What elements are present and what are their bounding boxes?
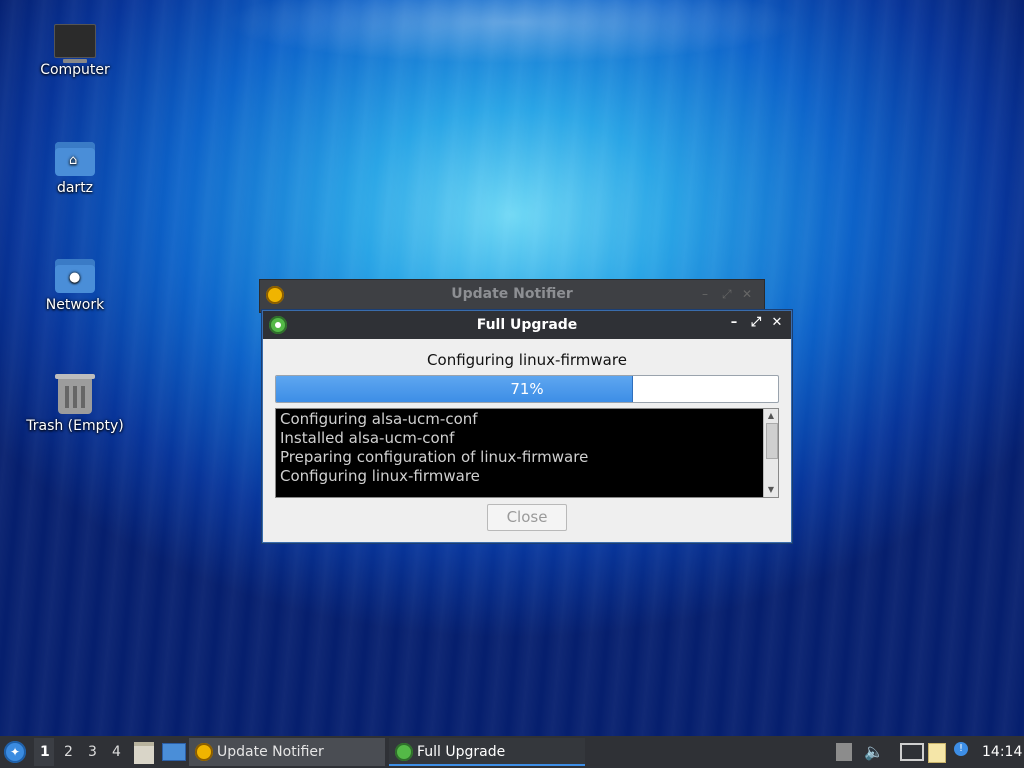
minimize-button[interactable]: – <box>702 287 708 301</box>
scroll-up-icon[interactable]: ▲ <box>766 411 776 421</box>
window-title: Update Notifier <box>451 286 573 302</box>
desktop-icon-network[interactable]: ● Network <box>20 259 130 313</box>
dialog-title: Full Upgrade <box>476 317 578 333</box>
workspace-3[interactable]: 3 <box>88 744 97 760</box>
gear-icon <box>395 743 413 761</box>
progress-text: 71% <box>510 380 544 398</box>
log-line: Preparing configuration of linux-firmwar… <box>280 448 589 466</box>
task-label: Update Notifier <box>217 744 324 760</box>
progress-bar: 71% <box>275 375 779 403</box>
task-label: Full Upgrade <box>417 744 506 760</box>
dialog-titlebar[interactable]: Full Upgrade – ⤢ ✕ <box>263 311 791 339</box>
tray-expand-icon[interactable] <box>836 743 852 761</box>
close-window-button[interactable]: ✕ <box>742 287 752 301</box>
network-folder-icon: ● <box>55 259 95 293</box>
scroll-down-icon[interactable]: ▼ <box>766 485 776 495</box>
desktop-icon-label: Trash (Empty) <box>26 418 124 434</box>
workspace-2[interactable]: 2 <box>64 744 73 760</box>
clipboard-icon[interactable] <box>928 743 946 763</box>
workspace-1[interactable]: 1 <box>40 744 50 760</box>
network-icon[interactable] <box>900 743 924 761</box>
update-notification-icon[interactable]: ! <box>954 742 968 756</box>
scroll-thumb[interactable] <box>766 423 778 459</box>
log-line: Configuring alsa-ucm-conf <box>280 410 478 428</box>
task-update-notifier[interactable]: Update Notifier <box>189 738 385 766</box>
computer-icon <box>54 24 96 63</box>
update-notifier-icon <box>195 743 213 761</box>
minimize-button[interactable]: – <box>725 315 743 330</box>
log-lines: Configuring alsa-ucm-conf Installed alsa… <box>280 410 762 486</box>
show-desktop-icon[interactable] <box>162 743 186 761</box>
task-full-upgrade[interactable]: Full Upgrade <box>389 738 585 766</box>
maximize-button[interactable]: ⤢ <box>722 287 732 302</box>
update-notifier-window[interactable]: Update Notifier – ⤢ ✕ <box>259 279 765 313</box>
desktop-icon-label: dartz <box>56 180 94 196</box>
log-output[interactable]: Configuring alsa-ucm-conf Installed alsa… <box>275 408 779 498</box>
close-button[interactable]: Close <box>487 504 567 531</box>
close-window-button[interactable]: ✕ <box>768 315 786 330</box>
taskbar: ✦ 1 2 3 4 Update Notifier Full Upgrade 🔈… <box>0 736 1024 768</box>
desktop-icon-computer[interactable]: Computer <box>20 24 130 78</box>
trash-icon <box>55 374 95 414</box>
workspace-4[interactable]: 4 <box>112 744 121 760</box>
volume-icon[interactable]: 🔈 <box>864 743 884 761</box>
log-line: Configuring linux-firmware <box>280 467 480 485</box>
desktop-icon-trash[interactable]: Trash (Empty) <box>20 374 130 434</box>
start-menu-button[interactable]: ✦ <box>4 741 26 763</box>
desktop-icon-label: Computer <box>40 62 110 78</box>
home-folder-icon: ⌂ <box>55 142 95 176</box>
clock[interactable]: 14:14 <box>982 744 1022 760</box>
log-line: Installed alsa-ucm-conf <box>280 429 455 447</box>
log-scrollbar[interactable]: ▲ ▼ <box>763 409 778 497</box>
file-manager-icon[interactable] <box>134 742 154 764</box>
status-label: Configuring linux-firmware <box>427 351 627 369</box>
desktop-icon-label: Network <box>45 297 105 313</box>
full-upgrade-dialog: Full Upgrade – ⤢ ✕ Configuring linux-fir… <box>262 310 792 543</box>
desktop-icon-home[interactable]: ⌂ dartz <box>20 142 130 196</box>
maximize-button[interactable]: ⤢ <box>747 315 765 330</box>
